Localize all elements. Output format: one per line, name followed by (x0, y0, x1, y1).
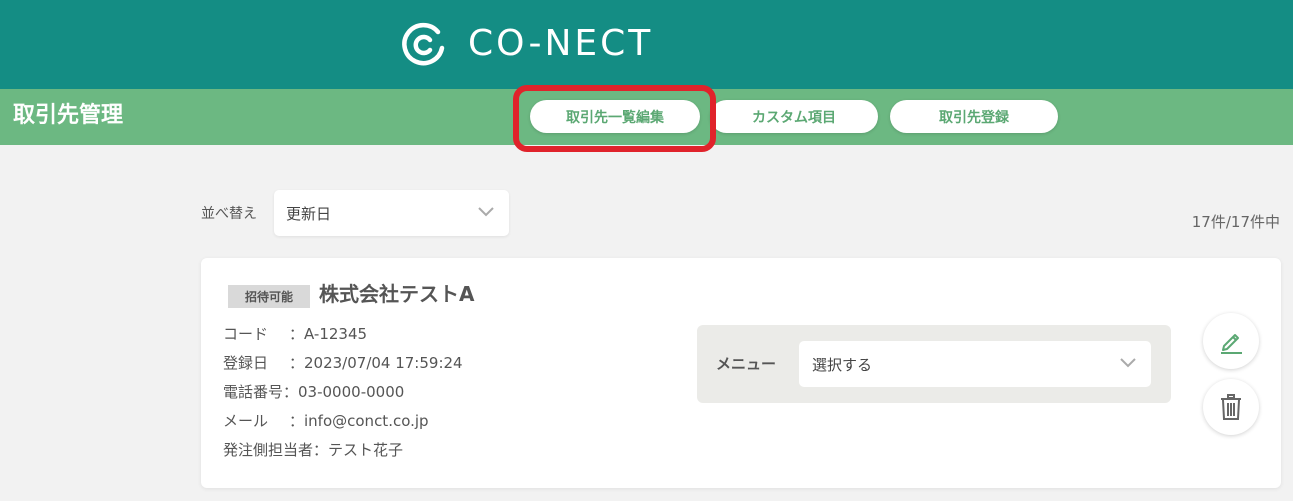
info-row-manager: 発注側担当者：テスト花子 (223, 439, 463, 468)
menu-panel: メニュー 選択する (697, 325, 1171, 403)
info-key: 電話番号 (223, 383, 284, 401)
info-value: ：2023/07/04 17:59:24 (289, 354, 463, 372)
tab-client-list-edit[interactable]: 取引先一覧編集 (530, 100, 700, 133)
tab-client-register[interactable]: 取引先登録 (890, 100, 1058, 133)
info-row-code: コード ：A-12345 (223, 323, 463, 352)
top-header: CO-NECT (0, 0, 1293, 89)
info-key: 発注側担当者 (223, 441, 314, 459)
info-key: メール (223, 412, 269, 430)
info-row-email: メール ：info@conct.co.jp (223, 410, 463, 439)
tab-custom-fields[interactable]: カスタム項目 (710, 100, 878, 133)
edit-button[interactable] (1203, 313, 1259, 369)
result-count: 17件/17件中 (1191, 213, 1280, 231)
logo[interactable]: CO-NECT (400, 20, 653, 68)
company-name: 株式会社テストA (319, 282, 475, 306)
info-row-date: 登録日 ：2023/07/04 17:59:24 (223, 352, 463, 381)
logo-text: CO-NECT (468, 23, 654, 64)
client-card: 招待可能 株式会社テストA コード ：A-12345 登録日 ：2023/07/04… (201, 258, 1281, 488)
sort-select-value: 更新日 (286, 204, 332, 223)
client-info: コード ：A-12345 登録日 ：2023/07/04 17:59:24 電話番号… (223, 323, 463, 468)
menu-select-value: 選択する (812, 355, 873, 374)
trash-icon (1221, 394, 1241, 420)
status-badge: 招待可能 (228, 285, 310, 308)
menu-select[interactable]: 選択する (799, 341, 1151, 387)
info-value: ：info@conct.co.jp (289, 412, 429, 430)
menu-label: メニュー (716, 355, 777, 373)
info-value: ：テスト花子 (313, 441, 404, 459)
page-title: 取引先管理 (13, 103, 124, 128)
chevron-down-icon (478, 207, 494, 217)
delete-button[interactable] (1203, 379, 1259, 435)
sort-select[interactable]: 更新日 (274, 190, 509, 236)
info-value: ：A-12345 (289, 325, 368, 343)
info-key: 登録日 (223, 354, 269, 372)
sort-label: 並べ替え (201, 206, 257, 222)
info-value: ：03-0000-0000 (283, 383, 405, 401)
info-row-phone: 電話番号：03-0000-0000 (223, 381, 463, 410)
info-key: コード (223, 325, 269, 343)
chevron-down-icon (1120, 358, 1136, 368)
pencil-icon (1221, 334, 1242, 354)
conect-logo-icon (402, 22, 445, 66)
sub-header: 取引先管理 取引先一覧編集 カスタム項目 取引先登録 (0, 89, 1293, 145)
